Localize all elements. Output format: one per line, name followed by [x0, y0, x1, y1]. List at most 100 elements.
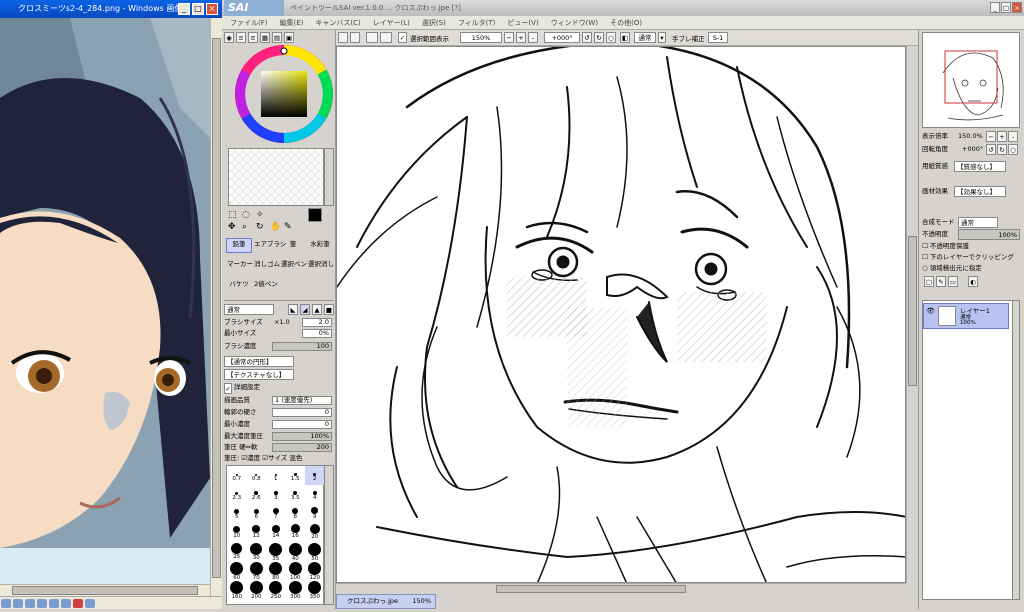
brush-blend-select[interactable]: 通常: [224, 304, 274, 315]
stabilizer-select[interactable]: S-1: [708, 32, 728, 43]
prev-icon[interactable]: [1, 599, 11, 608]
layer-visibility-icon[interactable]: 👁: [926, 307, 935, 315]
swatch-tab-icon[interactable]: ▦: [260, 32, 270, 43]
rotate-tool-icon[interactable]: ↻: [256, 222, 264, 232]
brush-size-cell[interactable]: 9: [305, 504, 325, 523]
max-pressure-value[interactable]: 100%: [272, 432, 332, 441]
opt-source-checkbox[interactable]: ○: [922, 264, 928, 272]
layer-blend-select[interactable]: 通常: [958, 217, 998, 228]
scratchpad-tab-icon[interactable]: ▤: [272, 32, 282, 43]
menu-view[interactable]: ビュー(V): [501, 16, 544, 30]
canvas-vertical-scrollbar[interactable]: [906, 46, 918, 583]
viewer-horizontal-scrollbar[interactable]: [0, 584, 210, 596]
rotate-right-icon[interactable]: ↻: [594, 32, 604, 43]
hsv-slider-tab-icon[interactable]: ≡: [248, 32, 258, 43]
brush-size-cell[interactable]: 7: [266, 504, 286, 523]
lasso-icon[interactable]: ◌: [242, 210, 250, 220]
brush-texture-select[interactable]: 【テクスチャなし】: [224, 369, 294, 380]
layer-item[interactable]: 👁 レイヤー1 通常 100%: [923, 303, 1009, 329]
opt-protect-row[interactable]: ☐ 不透明度保護: [922, 241, 1020, 251]
blend-select[interactable]: 通常: [634, 32, 656, 43]
nav-zoom-in-button[interactable]: +: [997, 131, 1007, 142]
sai-title-bar[interactable]: ペイントツールSAI ver.1.0.0 ... クロスぷわっ.jpe [?]: [222, 0, 1024, 16]
brush-size-cell[interactable]: 1.5: [286, 466, 306, 485]
menu-edit[interactable]: 編集(E): [274, 16, 310, 30]
brush-size-cell[interactable]: 250: [266, 580, 286, 600]
primary-color-swatch[interactable]: [308, 208, 322, 222]
nav-zoom-value[interactable]: 150.0%: [958, 131, 983, 141]
drawing-canvas[interactable]: [336, 46, 906, 583]
layer-list-scrollbar[interactable]: [1012, 300, 1020, 600]
brush-size-multiplier[interactable]: ×1.0: [274, 318, 290, 327]
tool-binary-pen[interactable]: 2値ペン: [253, 278, 279, 293]
redo-icon[interactable]: [350, 32, 360, 43]
density-value[interactable]: 100: [272, 342, 332, 351]
tool-watercolor[interactable]: 水彩筆: [307, 238, 333, 253]
brush-size-cell[interactable]: 8: [286, 504, 306, 523]
edge-shape-4-icon[interactable]: ■: [324, 304, 334, 315]
flip-icon[interactable]: ◧: [620, 32, 630, 43]
tool-select-eraser[interactable]: 選択消し: [307, 258, 334, 273]
zoom-in-icon[interactable]: [37, 599, 47, 608]
viewer-vertical-scrollbar[interactable]: [210, 18, 222, 596]
brush-size-cell[interactable]: 30: [247, 542, 267, 561]
menu-select[interactable]: 選択(S): [416, 16, 452, 30]
sai-close-button[interactable]: ×: [1012, 2, 1022, 13]
delete-icon[interactable]: [73, 599, 83, 608]
document-tab[interactable]: クロスぷわっ.jpe 150%: [336, 594, 436, 609]
edge-shape-1-icon[interactable]: ◣: [288, 304, 298, 315]
brush-size-cell[interactable]: 4: [305, 485, 325, 504]
color-wheel-tab-icon[interactable]: ◉: [224, 32, 234, 43]
tool-bucket[interactable]: バケツ: [226, 278, 252, 293]
nav-rotate-right-icon[interactable]: ↻: [997, 144, 1007, 155]
hand-icon[interactable]: ✋: [270, 222, 281, 232]
edge-shape-2-icon[interactable]: ◢: [300, 304, 310, 315]
menu-filter[interactable]: フィルタ(T): [452, 16, 502, 30]
rotate-icon[interactable]: [61, 599, 71, 608]
brush-size-value[interactable]: 2.0: [302, 318, 332, 327]
next-icon[interactable]: [13, 599, 23, 608]
brush-size-cell[interactable]: 5: [227, 504, 247, 523]
print-icon[interactable]: [85, 599, 95, 608]
tool-airbrush[interactable]: エアブラシ: [253, 238, 286, 253]
opt-source-row[interactable]: ○ 領域検出元に指定: [922, 263, 1020, 273]
min-size-value[interactable]: 0%: [302, 329, 332, 338]
viewer-minimize-button[interactable]: _: [178, 3, 190, 15]
color-wheel[interactable]: [228, 44, 336, 144]
zoom-in-button[interactable]: +: [516, 32, 526, 43]
pressure-flags[interactable]: 筆圧: ☑濃度 ☑サイズ 混色: [224, 454, 302, 462]
deselect-icon[interactable]: [366, 32, 378, 43]
brush-size-cell[interactable]: 300: [286, 580, 306, 600]
brush-size-cell[interactable]: 80: [266, 561, 286, 581]
brush-size-cell[interactable]: 50: [305, 542, 325, 562]
rotation-select[interactable]: +000°: [544, 32, 580, 43]
new-layer-icon[interactable]: ▢: [924, 276, 934, 287]
magic-wand-icon[interactable]: ✧: [256, 210, 264, 220]
brush-size-cell[interactable]: 0.7: [227, 466, 247, 485]
scratchpad[interactable]: [228, 148, 324, 206]
move-icon[interactable]: ✥: [228, 222, 236, 232]
viewer-title-bar[interactable]: クロスミーツs2-4_284.png - Windows 画像... _ □ ×: [0, 0, 222, 18]
quality-select[interactable]: 1 (速度優先): [272, 396, 332, 405]
effect-select[interactable]: 【効果なし】: [954, 186, 1006, 197]
brush-size-cell[interactable]: 35: [266, 542, 286, 562]
brush-size-cell[interactable]: 200: [247, 580, 267, 600]
brush-size-cell[interactable]: 20: [305, 523, 325, 542]
brush-size-cell[interactable]: 16: [286, 523, 306, 542]
brush-size-cell[interactable]: 40: [286, 542, 306, 562]
palette-tab-icon[interactable]: ▣: [284, 32, 294, 43]
zoom-reset-button[interactable]: -: [528, 32, 538, 43]
zoom-select[interactable]: 150%: [460, 32, 502, 43]
sai-maximize-button[interactable]: □: [1001, 2, 1011, 13]
brush-size-cell[interactable]: 12: [247, 523, 267, 542]
scratchpad-scrollbar[interactable]: [324, 148, 334, 206]
eyedropper-icon[interactable]: ✎: [284, 222, 292, 232]
rgb-slider-tab-icon[interactable]: ≡: [236, 32, 246, 43]
edge-value[interactable]: 0: [272, 408, 332, 417]
brush-size-cell[interactable]: 2: [305, 466, 325, 485]
tool-select-pen[interactable]: 選択ペン: [280, 258, 307, 273]
brush-size-cell[interactable]: 3: [266, 485, 286, 504]
brush-size-cell[interactable]: 100: [286, 561, 306, 581]
rotate-left-icon[interactable]: ↺: [582, 32, 592, 43]
viewer-close-button[interactable]: ×: [206, 3, 218, 15]
